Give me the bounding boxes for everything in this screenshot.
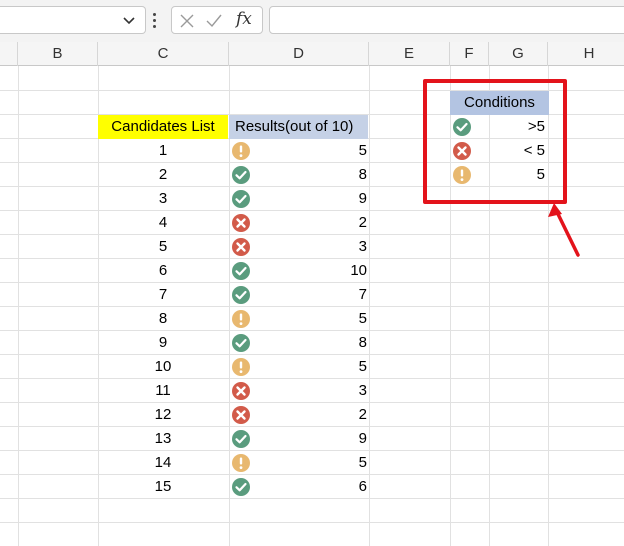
cancel-icon[interactable] (179, 13, 195, 29)
result-cell[interactable]: 10 (256, 259, 367, 283)
formula-buttons: fx (171, 6, 263, 34)
result-cell[interactable]: 5 (256, 139, 367, 163)
cross-icon (231, 381, 251, 401)
result-cell[interactable]: 8 (256, 163, 367, 187)
candidate-cell[interactable]: 4 (98, 211, 228, 235)
header-results[interactable]: Results(out of 10) (229, 115, 368, 139)
check-icon (231, 285, 251, 305)
highlight-box (423, 79, 567, 204)
arrow-icon (548, 203, 580, 257)
candidate-cell[interactable]: 9 (98, 331, 228, 355)
exclamation-icon (231, 453, 251, 473)
candidate-cell[interactable]: 3 (98, 187, 228, 211)
column-header-h[interactable]: H (548, 42, 624, 66)
column-header-e[interactable]: E (369, 42, 450, 66)
candidate-cell[interactable]: 13 (98, 427, 228, 451)
cross-icon (231, 237, 251, 257)
column-header-c[interactable]: C (98, 42, 229, 66)
result-cell[interactable]: 3 (256, 235, 367, 259)
cross-icon (231, 213, 251, 233)
result-cell[interactable]: 2 (256, 211, 367, 235)
check-icon (231, 477, 251, 497)
result-cell[interactable]: 7 (256, 283, 367, 307)
check-icon (231, 261, 251, 281)
candidate-cell[interactable]: 10 (98, 355, 228, 379)
exclamation-icon (231, 309, 251, 329)
check-icon (231, 333, 251, 353)
candidate-cell[interactable]: 11 (98, 379, 228, 403)
column-header-d[interactable]: D (229, 42, 369, 66)
name-box[interactable] (0, 6, 146, 34)
exclamation-icon (231, 357, 251, 377)
candidate-cell[interactable]: 6 (98, 259, 228, 283)
result-cell[interactable]: 9 (256, 187, 367, 211)
candidate-cell[interactable]: 5 (98, 235, 228, 259)
enter-check-icon[interactable] (206, 13, 222, 29)
result-cell[interactable]: 5 (256, 451, 367, 475)
check-icon (231, 165, 251, 185)
candidate-cell[interactable]: 15 (98, 475, 228, 499)
column-header-g[interactable]: G (489, 42, 548, 66)
result-cell[interactable]: 9 (256, 427, 367, 451)
candidate-cell[interactable]: 12 (98, 403, 228, 427)
header-candidates-list[interactable]: Candidates List (98, 115, 228, 139)
result-cell[interactable]: 3 (256, 379, 367, 403)
candidate-cell[interactable]: 14 (98, 451, 228, 475)
more-options-icon[interactable] (153, 13, 157, 29)
candidate-cell[interactable]: 7 (98, 283, 228, 307)
chevron-down-icon[interactable] (122, 15, 136, 27)
formula-input[interactable] (269, 6, 624, 34)
column-headers: B C D E F G H (0, 42, 624, 66)
candidate-cell[interactable]: 2 (98, 163, 228, 187)
insert-function-button[interactable]: fx (236, 9, 260, 31)
column-header-a[interactable] (0, 42, 18, 66)
row-gridline (0, 522, 624, 523)
result-cell[interactable]: 5 (256, 307, 367, 331)
result-cell[interactable]: 8 (256, 331, 367, 355)
result-cell[interactable]: 5 (256, 355, 367, 379)
result-cell[interactable]: 6 (256, 475, 367, 499)
result-cell[interactable]: 2 (256, 403, 367, 427)
check-icon (231, 189, 251, 209)
column-header-f[interactable]: F (450, 42, 489, 66)
formula-bar: fx (0, 0, 624, 42)
check-icon (231, 429, 251, 449)
column-header-b[interactable]: B (18, 42, 98, 66)
candidate-cell[interactable]: 8 (98, 307, 228, 331)
candidate-cell[interactable]: 1 (98, 139, 228, 163)
exclamation-icon (231, 141, 251, 161)
cross-icon (231, 405, 251, 425)
